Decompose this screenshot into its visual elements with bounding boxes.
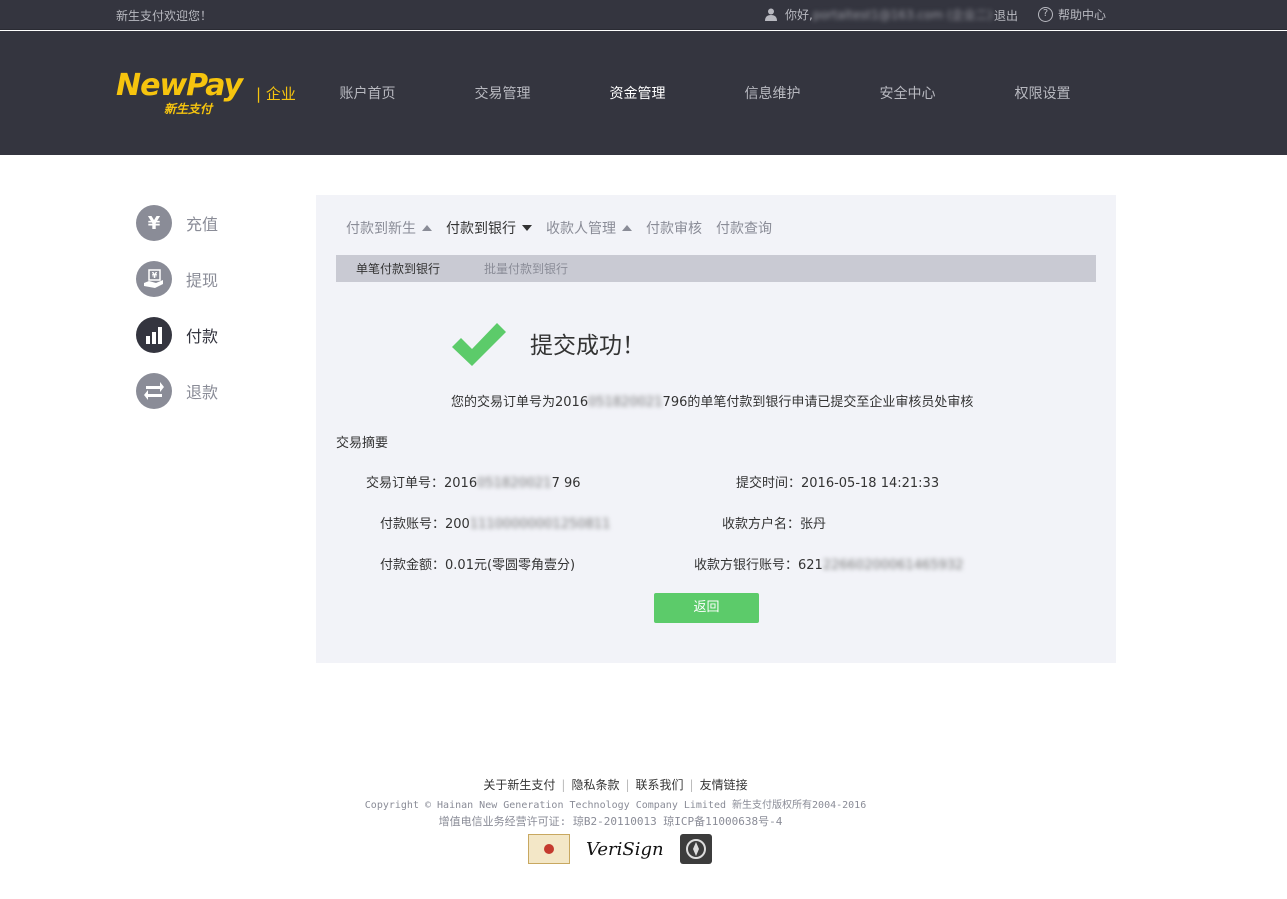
logo-enterprise-text: | 企业 xyxy=(256,85,296,103)
main-header: NewPay 新生支付 | 企业 账户首页 交易管理 资金管理 信息维护 安全中… xyxy=(0,31,1287,155)
user-info: 你好, portaltest1@163.com (企业二) xyxy=(765,6,992,23)
refund-arrows-icon xyxy=(136,373,172,409)
notice-prefix: 您的交易订单号为2016 xyxy=(451,395,589,410)
police-badge-icon[interactable] xyxy=(679,834,712,864)
payee-name-value: 张丹 xyxy=(800,517,827,532)
pay-account-masked: 11100000001250811 xyxy=(469,517,611,532)
success-title: 提交成功！ xyxy=(530,333,645,359)
pay-account-prefix: 200 xyxy=(445,517,470,532)
withdraw-icon: ¥ xyxy=(136,261,172,297)
sidebar-item-payment[interactable]: 付款 xyxy=(136,317,218,353)
footer-links: 关于新生支付 | 隐私条款 | 联系我们 | 友情链接 xyxy=(0,776,1231,793)
amount-value: 0.01元(零圆零角壹分) xyxy=(445,558,576,573)
tab-pay-to-bank[interactable]: 付款到银行 xyxy=(446,218,532,238)
nav-item-permissions[interactable]: 权限设置 xyxy=(975,83,1110,103)
sidebar-item-label: 提现 xyxy=(186,271,219,290)
payment-tabs: 付款到新生 付款到银行 收款人管理 付款审核 付款查询 xyxy=(346,218,786,238)
notice-suffix: 796的单笔付款到银行申请已提交至企业审核员处审核 xyxy=(662,395,974,410)
order-number-suffix: 7 96 xyxy=(551,476,581,491)
nav-item-info[interactable]: 信息维护 xyxy=(705,83,840,103)
svg-text:¥: ¥ xyxy=(152,271,158,280)
footer-link-friends[interactable]: 友情链接 xyxy=(700,778,748,792)
tab-payment-review[interactable]: 付款审核 xyxy=(646,218,702,238)
newpay-logo[interactable]: NewPay 新生支付 | 企业 xyxy=(116,68,296,117)
tab-pay-to-newpay[interactable]: 付款到新生 xyxy=(346,218,432,238)
tab-label: 付款到银行 xyxy=(446,221,516,237)
summary-title: 交易摘要 xyxy=(336,436,389,451)
triangle-up-icon xyxy=(422,225,432,231)
order-number-field: 交易订单号：20160518200217 96 xyxy=(366,472,581,491)
payee-bank-prefix: 621 xyxy=(798,558,823,573)
payee-bank-account-field: 收款方银行账号：62122660200061465932 xyxy=(694,554,963,573)
pay-account-label: 付款账号： xyxy=(380,517,446,532)
logo-text: NewPay xyxy=(116,68,243,103)
sidebar-item-withdraw[interactable]: ¥ 提现 xyxy=(136,261,218,297)
license-text: 增值电信业务经营许可证: 琼B2-20110013 琼ICP备11000638号… xyxy=(438,815,783,828)
order-number-label: 交易订单号： xyxy=(366,476,445,491)
tab-label: 付款到新生 xyxy=(346,221,416,237)
payment-subtabs: 单笔付款到银行 批量付款到银行 xyxy=(336,255,1096,282)
yen-icon: ¥ xyxy=(136,205,172,241)
logo-cn-text: 新生支付 xyxy=(164,102,213,116)
payee-bank-masked: 22660200061465932 xyxy=(822,558,964,573)
nav-item-funds[interactable]: 资金管理 xyxy=(570,83,705,103)
submit-notice: 您的交易订单号为2016051820021796的单笔付款到银行申请已提交至企业… xyxy=(451,391,973,410)
triangle-up-icon xyxy=(622,225,632,231)
sidebar-item-label: 充值 xyxy=(186,215,219,234)
checkmark-icon xyxy=(450,321,508,371)
copyright-text: Copyright © Hainan New Generation Techno… xyxy=(364,800,867,811)
footer-divider: | xyxy=(625,778,630,792)
subtab-single-bank-payment[interactable]: 单笔付款到银行 xyxy=(356,260,440,277)
subtab-batch-bank-payment[interactable]: 批量付款到银行 xyxy=(484,260,568,277)
submit-time-field: 提交时间：2016-05-18 14:21:33 xyxy=(736,472,939,491)
sidebar-item-label: 付款 xyxy=(186,327,219,346)
account-masked: portaltest1@163.com (企业二) xyxy=(812,8,993,22)
main-nav: 账户首页 交易管理 资金管理 信息维护 安全中心 权限设置 xyxy=(300,83,1110,103)
amount-field: 付款金额：0.01元(零圆零角壹分) xyxy=(380,554,575,573)
order-number-prefix: 2016 xyxy=(444,476,478,491)
footer-link-about[interactable]: 关于新生支付 xyxy=(483,778,555,792)
triangle-down-icon xyxy=(522,225,532,231)
sidebar-item-refund[interactable]: 退款 xyxy=(136,373,218,409)
amount-label: 付款金额： xyxy=(380,558,446,573)
footer-link-contact[interactable]: 联系我们 xyxy=(636,778,684,792)
pay-account-field: 付款账号：20011100000001250811 xyxy=(380,513,610,532)
help-center-label: 帮助中心 xyxy=(1058,8,1107,22)
sidebar-item-recharge[interactable]: ¥ 充值 xyxy=(136,205,218,241)
footer-divider: | xyxy=(561,778,566,792)
submit-time-label: 提交时间： xyxy=(736,476,802,491)
sidebar-item-label: 退款 xyxy=(186,383,219,402)
main-panel: 付款到新生 付款到银行 收款人管理 付款审核 付款查询 单笔付款到银行 批量付款… xyxy=(316,195,1116,663)
footer-link-privacy[interactable]: 隐私条款 xyxy=(571,778,619,792)
welcome-text: 新生支付欢迎您！ xyxy=(116,9,213,23)
greeting-text: 你好, xyxy=(785,8,813,22)
back-button[interactable]: 返回 xyxy=(654,593,759,623)
footer-divider: | xyxy=(689,778,694,792)
verisign-badge[interactable]: VeriSign xyxy=(586,839,664,860)
tab-label: 收款人管理 xyxy=(546,221,616,237)
help-center-link[interactable]: ? 帮助中心 xyxy=(1038,6,1106,23)
payee-name-label: 收款方户名： xyxy=(722,517,801,532)
payee-name-field: 收款方户名：张丹 xyxy=(722,513,826,532)
top-bar: 新生支付欢迎您！ 你好, portaltest1@163.com (企业二) 退… xyxy=(0,0,1287,30)
tab-payment-query[interactable]: 付款查询 xyxy=(716,218,772,238)
logout-link[interactable]: 退出 xyxy=(994,7,1018,24)
nav-item-account-home[interactable]: 账户首页 xyxy=(300,83,435,103)
nav-item-security[interactable]: 安全中心 xyxy=(840,83,975,103)
user-icon xyxy=(765,8,777,21)
question-icon: ? xyxy=(1038,7,1053,22)
submit-time-value: 2016-05-18 14:21:33 xyxy=(801,476,940,491)
bar-chart-icon xyxy=(136,317,172,353)
tab-label: 付款审核 xyxy=(646,221,702,237)
order-number-masked: 051820021 xyxy=(477,476,552,491)
payee-bank-label: 收款方银行账号： xyxy=(694,558,799,573)
notice-masked: 051820021 xyxy=(588,395,663,410)
trust-badges: VeriSign xyxy=(528,834,712,864)
certificate-badge-icon[interactable] xyxy=(528,834,570,864)
tab-payee-management[interactable]: 收款人管理 xyxy=(546,218,632,238)
nav-item-transactions[interactable]: 交易管理 xyxy=(435,83,570,103)
tab-label: 付款查询 xyxy=(716,221,772,237)
